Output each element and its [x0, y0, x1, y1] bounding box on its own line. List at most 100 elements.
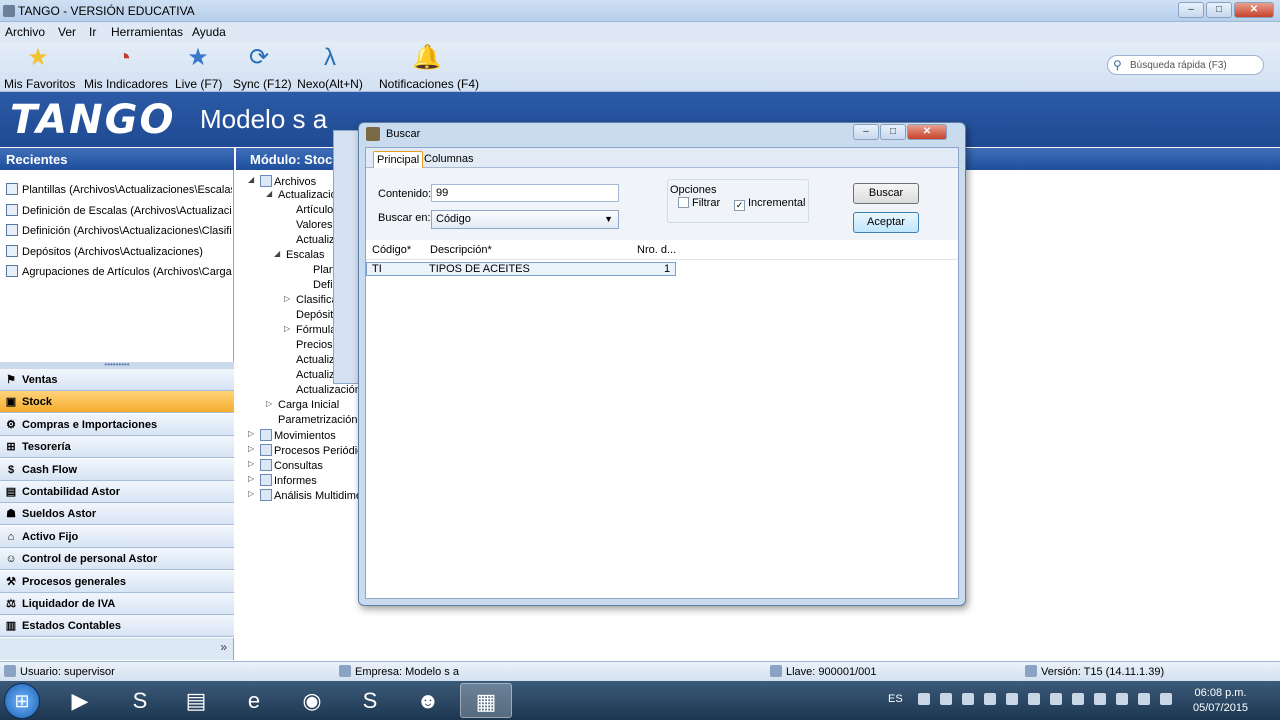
- tray-icon[interactable]: [1160, 693, 1172, 705]
- module-compras-e-importaciones[interactable]: ⚙ Compras e Importaciones: [0, 413, 234, 436]
- chrome-icon[interactable]: ◉: [286, 683, 338, 718]
- tree-node[interactable]: ▷ Carga Inicial: [266, 399, 339, 411]
- module-contabilidad-astor[interactable]: ▤ Contabilidad Astor: [0, 481, 234, 503]
- buscar-en-select[interactable]: Código ▼: [431, 210, 619, 229]
- module-tesorería[interactable]: ⊞ Tesorería: [0, 436, 234, 459]
- tree-node[interactable]: Actualización: [296, 384, 361, 396]
- mis-favoritos-button[interactable]: ★ Mis Favoritos: [4, 42, 75, 92]
- media-player-icon[interactable]: ▶: [54, 683, 106, 718]
- tree-node[interactable]: ▷ Movimientos: [248, 429, 336, 442]
- tree-expander-icon[interactable]: ◢: [274, 249, 280, 258]
- module-estados-contables[interactable]: ▥ Estados Contables: [0, 615, 234, 638]
- expand-modules-icon[interactable]: »: [220, 640, 227, 654]
- recent-item[interactable]: Definición (Archivos\Actualizaciones\Cla…: [6, 224, 232, 237]
- tango-app-icon[interactable]: ▦: [460, 683, 512, 718]
- tree-node[interactable]: ◢ Escalas: [274, 249, 325, 261]
- tree-expander-icon[interactable]: ▷: [284, 324, 290, 333]
- table-row[interactable]: TI TIPOS DE ACEITES 1: [366, 262, 676, 276]
- dialog-maximize-button[interactable]: □: [880, 124, 906, 140]
- tree-expander-icon[interactable]: ▷: [248, 474, 254, 483]
- column-header-descripcion[interactable]: Descripción*: [430, 244, 492, 256]
- tab-principal[interactable]: Principal: [373, 151, 424, 168]
- ie-icon[interactable]: e: [228, 683, 280, 718]
- recent-item[interactable]: Definición de Escalas (Archivos\Actualiz…: [6, 204, 232, 217]
- menu-ver[interactable]: Ver: [58, 25, 76, 39]
- tree-node[interactable]: Parametrización c: [278, 414, 366, 426]
- tray-icon[interactable]: [1138, 693, 1150, 705]
- column-header-nro[interactable]: Nro. d...: [637, 244, 676, 256]
- tray-icon[interactable]: [1094, 693, 1106, 705]
- aceptar-button[interactable]: Aceptar: [853, 212, 919, 233]
- folder-icon: [260, 175, 272, 187]
- close-button[interactable]: ✕: [1234, 2, 1274, 18]
- folder-icon[interactable]: ▤: [170, 683, 222, 718]
- start-button[interactable]: ⊞: [4, 683, 40, 719]
- tree-expander-icon[interactable]: ▷: [284, 294, 290, 303]
- panel-splitter[interactable]: •••••••••: [0, 361, 234, 369]
- tray-icon[interactable]: [984, 693, 996, 705]
- recent-item[interactable]: Plantillas (Archivos\Actualizaciones\Esc…: [6, 183, 232, 196]
- contenido-label: Contenido:: [378, 188, 432, 200]
- tab-columnas[interactable]: Columnas: [421, 151, 477, 168]
- tray-icon[interactable]: [940, 693, 952, 705]
- tray-icon[interactable]: [1072, 693, 1084, 705]
- tray-icon[interactable]: [1116, 693, 1128, 705]
- tree-node[interactable]: ▷Análisis Multidimensional: [248, 489, 366, 502]
- language-indicator[interactable]: ES: [888, 693, 903, 705]
- minimize-button[interactable]: –: [1178, 2, 1204, 18]
- tree-node[interactable]: ▷ Informes: [248, 474, 317, 487]
- menu-ayuda[interactable]: Ayuda: [192, 25, 226, 39]
- tree-node[interactable]: Precios: [296, 339, 333, 351]
- mis-indicadores-button[interactable]: ◔ Mis Indicadores: [84, 42, 168, 92]
- user-app-icon[interactable]: ☻: [402, 683, 454, 718]
- skype-icon[interactable]: S: [344, 683, 396, 718]
- module-stock[interactable]: ▣ Stock: [0, 391, 234, 414]
- live-button[interactable]: ★ Live (F7): [175, 42, 222, 92]
- tray-icon[interactable]: [1028, 693, 1040, 705]
- filtrar-checkbox[interactable]: Filtrar: [678, 197, 720, 209]
- tree-expander-icon[interactable]: ▷: [248, 459, 254, 468]
- tree-node[interactable]: Actualiz: [296, 234, 335, 246]
- notificaciones-button[interactable]: 🔔 Notificaciones (F4): [379, 42, 479, 92]
- module-cash-flow[interactable]: $ Cash Flow: [0, 458, 234, 481]
- menu-herramientas[interactable]: Herramientas: [111, 25, 183, 39]
- tree-expander-icon[interactable]: ◢: [266, 189, 272, 198]
- dialog-minimize-button[interactable]: –: [853, 124, 879, 140]
- buscar-button[interactable]: Buscar: [853, 183, 919, 204]
- tree-expander-icon[interactable]: ▷: [248, 444, 254, 453]
- tree-node[interactable]: Actualiz: [296, 354, 335, 366]
- module-liquidador-de-iva[interactable]: ⚖ Liquidador de IVA: [0, 593, 234, 615]
- maximize-button[interactable]: □: [1206, 2, 1232, 18]
- module-ventas[interactable]: ⚑ Ventas: [0, 369, 234, 391]
- sync-button[interactable]: ⟳ Sync (F12): [233, 42, 292, 92]
- module-sueldos-astor[interactable]: ☗ Sueldos Astor: [0, 503, 234, 526]
- tray-icon[interactable]: [1006, 693, 1018, 705]
- tree-node[interactable]: ◢ Archivos: [248, 175, 316, 188]
- nexo-button[interactable]: λ Nexo(Alt+N): [297, 42, 363, 92]
- module-control-de-personal-astor[interactable]: ☺ Control de personal Astor: [0, 548, 234, 571]
- module-activo-fijo[interactable]: ⌂ Activo Fijo: [0, 525, 234, 548]
- tree-expander-icon[interactable]: ▷: [266, 399, 272, 408]
- quick-search-input[interactable]: ⚲ Búsqueda rápida (F3): [1107, 55, 1264, 75]
- tree-expander-icon[interactable]: ▷: [248, 429, 254, 438]
- column-header-codigo[interactable]: Código*: [372, 244, 411, 256]
- tray-icon[interactable]: [1050, 693, 1062, 705]
- menu-archivo[interactable]: Archivo: [5, 25, 45, 39]
- module-procesos-generales[interactable]: ⚒ Procesos generales: [0, 570, 234, 593]
- tree-node[interactable]: Actualiz: [296, 369, 335, 381]
- app-s-icon[interactable]: S: [114, 683, 166, 718]
- recent-item[interactable]: Depósitos (Archivos\Actualizaciones): [6, 245, 232, 258]
- tree-expander-icon[interactable]: ▷: [248, 489, 254, 498]
- tree-node[interactable]: ▷ Procesos Periódicos: [248, 444, 366, 457]
- dialog-close-button[interactable]: ✕: [907, 124, 947, 140]
- tray-icon[interactable]: [918, 693, 930, 705]
- tree-node[interactable]: ▷ Consultas: [248, 459, 323, 472]
- recent-item[interactable]: Agrupaciones de Artículos (Archivos\Carg…: [6, 265, 232, 278]
- tree-expander-icon[interactable]: ◢: [248, 175, 254, 184]
- contenido-input[interactable]: 99: [431, 184, 619, 202]
- tray-icon[interactable]: [962, 693, 974, 705]
- incremental-checkbox[interactable]: ✓ Incremental: [734, 197, 805, 211]
- clock[interactable]: 06:08 p.m. 05/07/2015: [1193, 686, 1248, 716]
- menu-ir[interactable]: Ir: [89, 25, 96, 39]
- tree-node[interactable]: Valores: [296, 219, 332, 231]
